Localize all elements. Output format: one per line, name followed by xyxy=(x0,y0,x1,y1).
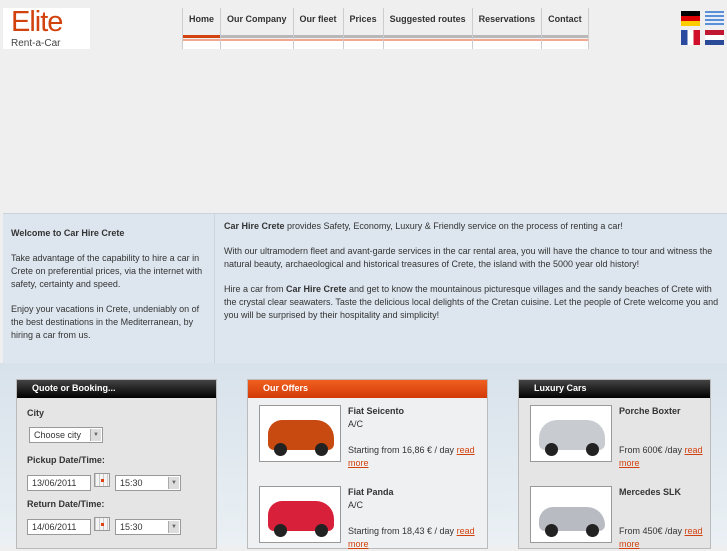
intro-paragraph: Hire a car from Car Hire Crete and get t… xyxy=(224,283,724,322)
offer-price: Starting from 16,86 € / day xyxy=(348,445,455,455)
city-value: Choose city xyxy=(34,430,82,440)
pickup-date-input[interactable]: 13/06/2011 xyxy=(27,475,91,491)
luxury-box: Luxury Cars Porche Boxter From 600€ /day … xyxy=(518,379,711,549)
offer-price: Starting from 18,43 € / day xyxy=(348,526,455,536)
offer-name: Fiat Seicento xyxy=(348,406,405,416)
nav-contact[interactable]: Contact xyxy=(542,8,589,49)
car-icon xyxy=(539,507,605,537)
luxury-name: Mercedes SLK xyxy=(619,487,682,497)
nav-reservations[interactable]: Reservations xyxy=(472,8,543,49)
intro-paragraph: With our ultramodern fleet and avant-gar… xyxy=(224,246,713,269)
intro-text-3a: Hire a car from xyxy=(224,284,287,294)
content-area: Quote or Booking... City Choose city ▼ Pi… xyxy=(0,363,727,549)
intro-text: Car Hire Crete provides Safety, Economy,… xyxy=(224,220,724,334)
offer-name: Fiat Panda xyxy=(348,487,394,497)
luxury-title: Luxury Cars xyxy=(519,380,710,398)
car-image[interactable] xyxy=(530,486,612,543)
car-image[interactable] xyxy=(259,486,341,543)
car-icon xyxy=(539,420,605,456)
offer-ac: A/C xyxy=(348,419,364,429)
car-icon xyxy=(268,420,334,456)
city-label: City xyxy=(27,408,45,418)
luxury-price: From 600€ /day xyxy=(619,445,683,455)
intro-paragraph: Car Hire Crete provides Safety, Economy,… xyxy=(224,220,724,233)
return-time-value: 15:30 xyxy=(120,522,143,532)
brand-name: Car Hire Crete xyxy=(224,221,285,231)
luxury-name: Porche Boxter xyxy=(619,406,681,416)
flag-dutch-icon[interactable] xyxy=(705,30,724,45)
nav-our-fleet[interactable]: Our fleet xyxy=(293,8,344,49)
nav-suggested-routes[interactable]: Suggested routes xyxy=(383,8,473,49)
intro-band: Welcome to Car Hire Crete Take advantage… xyxy=(3,213,727,364)
booking-title: Quote or Booking... xyxy=(17,380,216,398)
welcome-text: Take advantage of the capability to hire… xyxy=(11,253,203,289)
pickup-time-value: 15:30 xyxy=(120,478,143,488)
nav-home[interactable]: Home xyxy=(183,8,222,49)
pickup-label: Pickup Date/Time: xyxy=(27,455,105,465)
nav-prices[interactable]: Prices xyxy=(343,8,384,49)
logo-title: Elite xyxy=(11,6,63,38)
chevron-down-icon: ▼ xyxy=(168,477,179,489)
return-label: Return Date/Time: xyxy=(27,499,105,509)
booking-box: Quote or Booking... City Choose city ▼ Pi… xyxy=(16,379,217,549)
return-time-select[interactable]: 15:30 ▼ xyxy=(115,519,181,535)
logo[interactable]: Elite Rent-a-Car xyxy=(3,6,90,49)
chevron-down-icon: ▼ xyxy=(90,429,101,441)
pickup-time-select[interactable]: 15:30 ▼ xyxy=(115,475,181,491)
flag-german-icon[interactable] xyxy=(681,11,700,26)
offer-ac: A/C xyxy=(348,500,364,510)
offers-title: Our Offers xyxy=(248,380,487,398)
car-image[interactable] xyxy=(530,405,612,462)
intro-text-1: provides Safety, Economy, Luxury & Frien… xyxy=(284,221,623,231)
welcome-text: Enjoy your vacations in Crete, undeniabl… xyxy=(11,304,200,340)
flag-french-icon[interactable] xyxy=(681,30,700,45)
flag-greek-icon[interactable] xyxy=(705,11,724,26)
offers-box: Our Offers Fiat Seicento A/C Starting from… xyxy=(247,379,488,549)
logo-subtitle: Rent-a-Car xyxy=(11,38,61,49)
welcome-panel: Welcome to Car Hire Crete Take advantage… xyxy=(3,214,215,364)
nav-our-company[interactable]: Our Company xyxy=(221,8,294,49)
car-icon xyxy=(268,501,334,537)
main-nav: Home Our Company Our fleet Prices Sugges… xyxy=(182,8,589,49)
chevron-down-icon: ▼ xyxy=(168,521,179,533)
luxury-price: From 450€ /day xyxy=(619,526,683,536)
city-select[interactable]: Choose city ▼ xyxy=(29,427,103,443)
return-date-input[interactable]: 14/06/2011 xyxy=(27,519,91,535)
calendar-icon[interactable] xyxy=(94,517,110,531)
welcome-title: Welcome to Car Hire Crete xyxy=(11,228,125,238)
calendar-icon[interactable] xyxy=(94,473,110,487)
brand-name: Car Hire Crete xyxy=(286,284,347,294)
car-image[interactable] xyxy=(259,405,341,462)
